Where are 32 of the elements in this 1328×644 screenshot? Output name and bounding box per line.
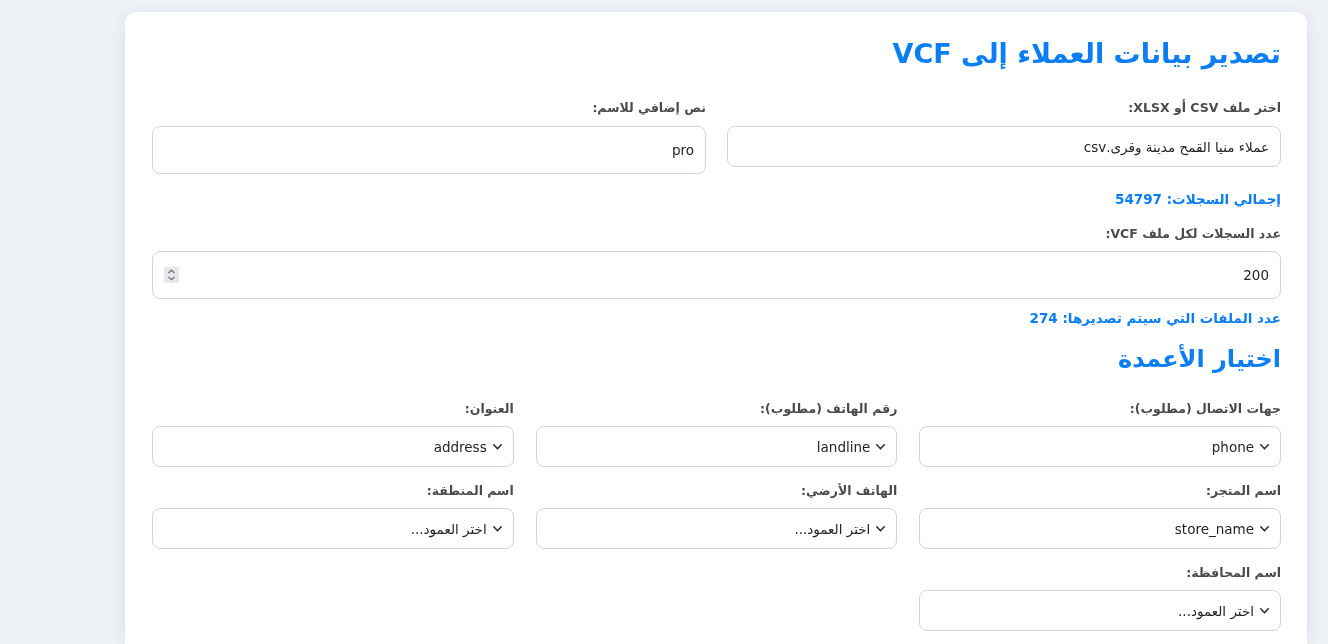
field-label: عدد السجلات لكل ملف VCF: [1105,225,1281,243]
field-label: نص إضافي للاسم: [592,99,706,117]
chevron-down-icon [1260,443,1269,450]
stepper-icon [164,267,179,283]
column-select[interactable]: اختر العمود... [152,508,514,549]
field-label: اسم المحافظة: [1186,564,1281,582]
chevron-down-icon [1260,525,1269,532]
total-records-text: إجمالي السجلات: 54797 [1115,190,1281,209]
field-label: اسم المنطقة: [426,482,514,500]
chevron-down-icon [1260,607,1269,614]
chevron-down-icon [492,443,502,450]
column-select[interactable]: landline [535,426,898,467]
number-input[interactable]: 200 [152,251,1281,299]
field-label: اسم المتجر: [1206,482,1281,500]
field-label: رقم الهاتف (مطلوب): [760,400,898,418]
field-label: العنوان: [464,400,514,418]
field-label: جهات الاتصال (مطلوب): [1129,400,1281,418]
column-select[interactable]: اختر العمود... [919,590,1281,631]
page-title: تصدير بيانات العملاء إلى VCF [892,37,1281,72]
file-input[interactable]: عملاء منيا القمح مدينة وقرى.csv [727,126,1281,167]
column-select[interactable]: اختر العمود... [535,508,898,549]
chevron-down-icon [876,443,886,450]
text-input[interactable]: pro [152,126,706,174]
column-select[interactable]: phone [919,426,1281,467]
field-label: اختر ملف CSV أو XLSX: [1128,99,1281,117]
chevron-down-icon [876,525,886,532]
field-label: الهاتف الأرضي: [800,482,898,500]
chevron-down-icon [492,525,502,532]
column-select[interactable]: address [152,426,514,467]
files-count-text: عدد الملفات التي سيتم تصديرها: 274 [1029,309,1281,328]
column-select[interactable]: store_name [919,508,1281,549]
section-heading: اختيار الأعمدة [1118,343,1281,375]
